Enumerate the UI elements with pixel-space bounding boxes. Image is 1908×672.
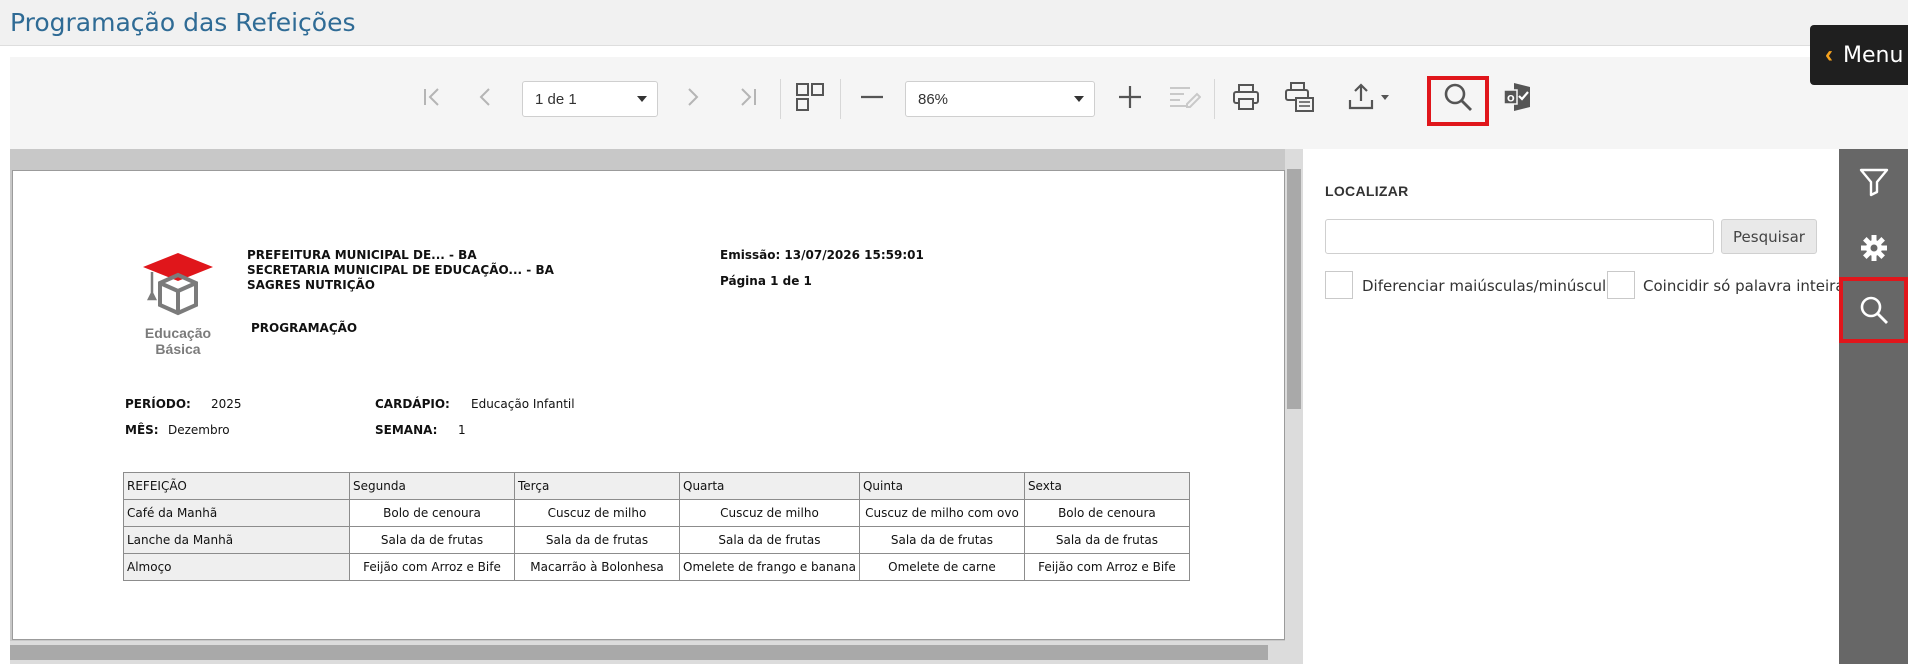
- table-row: Lanche da Manhã Sala da de frutas Sala d…: [123, 526, 1190, 554]
- menu-button[interactable]: ‹ Menu: [1810, 25, 1908, 85]
- page-header: Programação das Refeições: [0, 0, 1908, 46]
- logo-text: Educação Básica: [138, 325, 218, 357]
- match-case-label: Diferenciar maiúsculas/minúsculas: [1362, 277, 1624, 295]
- search-highlight: [1427, 76, 1489, 126]
- multipage-icon[interactable]: [786, 77, 834, 117]
- dish-cell: Sala da de frutas: [858, 526, 1025, 554]
- find-input[interactable]: [1325, 219, 1714, 254]
- toolbar-divider: [840, 79, 841, 119]
- horizontal-scroll-thumb[interactable]: [10, 645, 1268, 660]
- dish-cell: Sala da de frutas: [1023, 526, 1190, 554]
- horizontal-scrollbar[interactable]: [10, 641, 1285, 664]
- whole-word-checkbox[interactable]: [1607, 271, 1635, 299]
- svg-text:O: O: [1507, 95, 1515, 105]
- report-header-line: PREFEITURA MUNICIPAL DE... - BA: [247, 248, 477, 262]
- semana-label: SEMANA:: [375, 423, 438, 437]
- cardapio-value: Educação Infantil: [471, 397, 575, 411]
- dish-cell: Omelete de carne: [858, 553, 1025, 581]
- educacao-basica-logo: Educação Básica: [138, 245, 218, 357]
- dish-cell: Feijão com Arroz e Bife: [349, 553, 515, 581]
- caret-down-icon: [637, 96, 647, 102]
- dish-cell: Feijão com Arroz e Bife: [1023, 553, 1190, 581]
- dish-cell: Sala da de frutas: [514, 526, 680, 554]
- edit-icon[interactable]: [1160, 77, 1208, 117]
- match-case-checkbox[interactable]: [1325, 271, 1353, 299]
- dish-cell: Sala da de frutas: [679, 526, 860, 554]
- vertical-scroll-thumb[interactable]: [1287, 169, 1301, 409]
- periodo-label: PERÍODO:: [125, 397, 191, 411]
- zoom-selector[interactable]: 86%: [905, 81, 1095, 117]
- next-page-icon[interactable]: [670, 77, 714, 117]
- table-header-row: REFEIÇÃO Segunda Terça Quarta Quinta Sex…: [123, 472, 1190, 500]
- table-row: Café da Manhã Bolo de cenoura Cuscuz de …: [123, 499, 1190, 527]
- previous-page-icon[interactable]: [464, 77, 508, 117]
- last-page-icon[interactable]: [726, 77, 770, 117]
- meal-table: REFEIÇÃO Segunda Terça Quarta Quinta Sex…: [123, 472, 1190, 581]
- find-panel: LOCALIZAR Pesquisar Diferenciar maiúscul…: [1303, 149, 1845, 664]
- whole-word-label: Coincidir só palavra inteira: [1643, 277, 1845, 295]
- logo-line2: Básica: [155, 341, 201, 357]
- column-header: Quarta: [679, 472, 860, 500]
- dish-cell: Sala da de frutas: [349, 526, 515, 554]
- dish-cell: Macarrão à Bolonhesa: [514, 553, 680, 581]
- export-icon[interactable]: [1340, 77, 1400, 117]
- school-logo-icon: [143, 253, 213, 316]
- meal-cell: Almoço: [123, 553, 350, 581]
- page-selector[interactable]: 1 de 1: [522, 81, 658, 117]
- page-counter: Página 1 de 1: [720, 274, 812, 288]
- caret-down-icon: [1074, 96, 1084, 102]
- chevron-left-icon: ‹: [1825, 41, 1833, 68]
- dish-cell: Bolo de cenoura: [1023, 499, 1190, 527]
- table-row: Almoço Feijão com Arroz e Bife Macarrão …: [123, 553, 1190, 581]
- dish-cell: Omelete de frango e banana: [679, 553, 860, 581]
- side-rail: [1839, 149, 1908, 664]
- column-header: REFEIÇÃO: [123, 472, 350, 500]
- dish-cell: Cuscuz de milho: [679, 499, 860, 527]
- page-title: Programação das Refeições: [10, 8, 356, 37]
- print-icon[interactable]: [1222, 77, 1270, 117]
- cardapio-label: CARDÁPIO:: [375, 397, 450, 411]
- filter-icon[interactable]: [1839, 149, 1908, 215]
- report-subtitle: PROGRAMAÇÃO: [251, 321, 358, 335]
- mes-label: MÊS:: [125, 423, 159, 437]
- search-icon[interactable]: [1839, 277, 1908, 343]
- report-header-line: SECRETARIA MUNICIPAL DE EDUCAÇÃO... - BA: [247, 263, 554, 277]
- dish-cell: Bolo de cenoura: [349, 499, 515, 527]
- toolbar-divider: [780, 79, 781, 119]
- toolbar-divider: [1214, 79, 1215, 119]
- report-toolbar: 1 de 1 86% O: [10, 57, 1908, 149]
- zoom-selector-value: 86%: [918, 90, 949, 108]
- settings-icon[interactable]: [1839, 215, 1908, 281]
- report-header-line: SAGRES NUTRIÇÃO: [247, 278, 376, 292]
- vertical-scrollbar[interactable]: [1285, 149, 1303, 664]
- dish-cell: Cuscuz de milho com ovo: [858, 499, 1025, 527]
- periodo-value: 2025: [211, 397, 242, 411]
- mes-value: Dezembro: [168, 423, 230, 437]
- semana-value: 1: [458, 423, 466, 437]
- column-header: Segunda: [349, 472, 515, 500]
- first-page-icon[interactable]: [410, 77, 454, 117]
- page-selector-value: 1 de 1: [535, 90, 577, 108]
- zoom-in-icon[interactable]: [1106, 77, 1154, 117]
- column-header: Quinta: [858, 472, 1025, 500]
- outlook-icon[interactable]: O: [1494, 77, 1540, 117]
- meal-cell: Lanche da Manhã: [123, 526, 350, 554]
- report-viewer: Educação Básica PREFEITURA MUNICIPAL DE.…: [10, 149, 1303, 664]
- dish-cell: Cuscuz de milho: [514, 499, 680, 527]
- meal-cell: Café da Manhã: [123, 499, 350, 527]
- print-pdf-icon[interactable]: [1276, 77, 1324, 117]
- logo-line1: Educação: [144, 325, 212, 341]
- report-page: Educação Básica PREFEITURA MUNICIPAL DE.…: [12, 170, 1285, 640]
- find-search-button[interactable]: Pesquisar: [1721, 219, 1817, 254]
- column-header: Terça: [514, 472, 680, 500]
- menu-button-label: Menu: [1843, 42, 1904, 68]
- zoom-out-icon[interactable]: [848, 77, 896, 117]
- find-panel-title: LOCALIZAR: [1325, 183, 1409, 199]
- emission-date: Emissão: 13/07/2026 15:59:01: [720, 248, 924, 262]
- column-header: Sexta: [1023, 472, 1190, 500]
